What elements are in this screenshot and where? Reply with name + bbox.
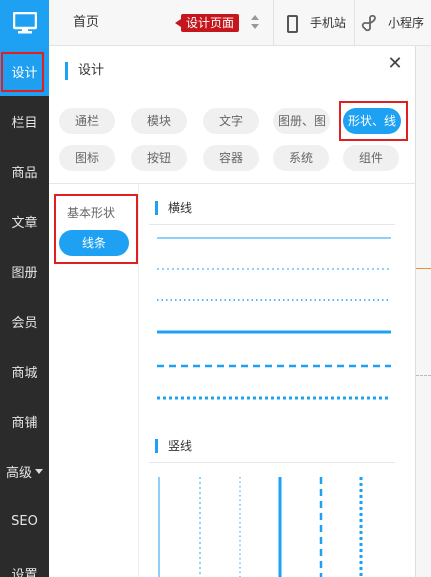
sidebar-item-shops[interactable]: 商铺: [0, 396, 49, 446]
sidebar-item-mall[interactable]: 商城: [0, 346, 49, 396]
sidebar-item-products[interactable]: 商品: [0, 146, 49, 196]
sidebar-item-label: SEO: [11, 513, 38, 529]
main-sidebar: 设计 栏目 商品 文章 图册 会员 商城 商铺 高级 SEO 设置: [0, 0, 49, 577]
sidebar-item-label: 商城: [11, 365, 38, 381]
mini-program-link[interactable]: 小程序: [388, 0, 424, 46]
category-chip[interactable]: 模块: [131, 108, 188, 134]
mobile-site-link[interactable]: 手机站: [310, 0, 346, 46]
horizontal-lines-gallery: [157, 237, 391, 400]
sidebar-item-settings[interactable]: 设置: [0, 546, 49, 577]
subcategory-sidebar: 基本形状 线条: [49, 184, 139, 577]
divider: [354, 0, 355, 46]
sidebar-item-members[interactable]: 会员: [0, 296, 49, 346]
sidebar-item-design[interactable]: 设计: [0, 46, 49, 96]
category-chip[interactable]: 容器: [203, 145, 260, 171]
sidebar-item-label: 高级: [5, 465, 32, 481]
sidebar-item-label: 设计: [11, 65, 38, 81]
top-bar: 首页 设计页面 手机站 小程序: [49, 0, 431, 46]
category-chip[interactable]: 通栏: [59, 108, 116, 134]
highlight-box: [339, 101, 408, 141]
sidebar-item-label: 文章: [11, 215, 38, 231]
highlight-box: [54, 194, 138, 264]
divider: [149, 224, 395, 225]
sidebar-item-articles[interactable]: 文章: [0, 196, 49, 246]
sidebar-item-columns[interactable]: 栏目: [0, 96, 49, 146]
canvas-guide-line: [416, 268, 431, 269]
section-title-vertical: 竖线: [155, 439, 192, 453]
mini-program-icon[interactable]: [361, 14, 379, 32]
category-list: 通栏 模块 文字 图册、图 形状、线 图标 按钮 容器 系统 组件: [49, 96, 416, 184]
sidebar-item-label: 会员: [11, 315, 38, 331]
sidebar-item-label: 图册: [11, 265, 38, 281]
sidebar-item-label: 商品: [11, 165, 38, 181]
category-chip[interactable]: 系统: [273, 145, 330, 171]
design-panel: 设计 ✕ 通栏 模块 文字 图册、图 形状、线 图标 按钮 容器 系统 组件 基…: [49, 46, 416, 577]
sidebar-item-label: 商铺: [11, 415, 38, 431]
home-link[interactable]: 首页: [73, 0, 99, 46]
category-chip[interactable]: 图册、图: [273, 108, 331, 134]
category-chip[interactable]: 按钮: [131, 145, 188, 171]
close-icon[interactable]: ✕: [387, 55, 403, 73]
sidebar-item-albums[interactable]: 图册: [0, 246, 49, 296]
section-title-horizontal: 横线: [155, 201, 192, 215]
sidebar-item-label: 设置: [11, 568, 38, 577]
panel-title: 设计: [65, 62, 104, 80]
caret-down-icon: [35, 468, 43, 474]
canvas-guide-line: [416, 375, 431, 376]
phone-icon[interactable]: [287, 15, 298, 33]
page-tag[interactable]: 设计页面: [174, 14, 240, 32]
category-chip[interactable]: 组件: [343, 145, 400, 171]
page-canvas-edge: [416, 46, 431, 577]
sidebar-item-label: 栏目: [11, 115, 38, 131]
divider: [273, 0, 274, 46]
sidebar-item-advanced[interactable]: 高级: [0, 446, 49, 496]
vertical-lines-gallery: [158, 477, 363, 577]
sidebar-item-seo[interactable]: SEO: [0, 496, 49, 546]
divider: [149, 462, 395, 463]
sort-toggle-icon[interactable]: [251, 15, 259, 31]
category-chip[interactable]: 文字: [203, 108, 260, 134]
app-root: 设计 栏目 商品 文章 图册 会员 商城 商铺 高级 SEO 设置 首页 设计页…: [0, 0, 431, 577]
category-chip[interactable]: 图标: [59, 145, 116, 171]
monitor-icon[interactable]: [0, 0, 49, 46]
